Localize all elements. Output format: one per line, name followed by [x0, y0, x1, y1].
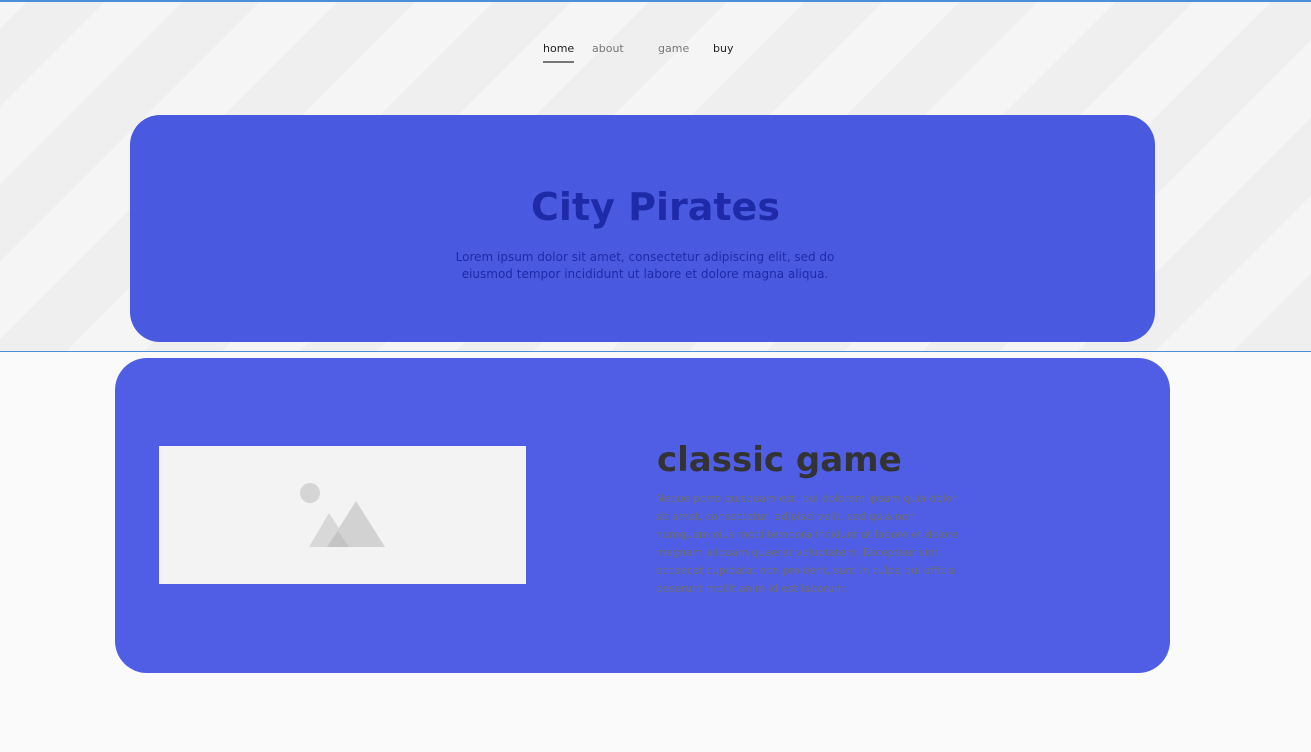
nav-home[interactable]: home — [543, 42, 575, 63]
game-image — [159, 446, 526, 584]
nav-game[interactable]: game — [658, 42, 689, 61]
game-title: classic game — [657, 440, 902, 480]
image-icon — [300, 483, 385, 547]
nav-about[interactable]: about — [592, 42, 624, 61]
game-description: Neque porro quisquam est, qui dolorem ip… — [656, 493, 959, 595]
hero-title: City Pirates — [531, 185, 780, 229]
hero-description: Lorem ipsum dolor sit amet, consectetur … — [455, 250, 835, 281]
nav-buy[interactable]: buy — [713, 42, 733, 61]
header-section: home about game buy City Pirates Lorem i… — [0, 0, 1311, 352]
main-nav: home about game buy — [0, 42, 1311, 66]
